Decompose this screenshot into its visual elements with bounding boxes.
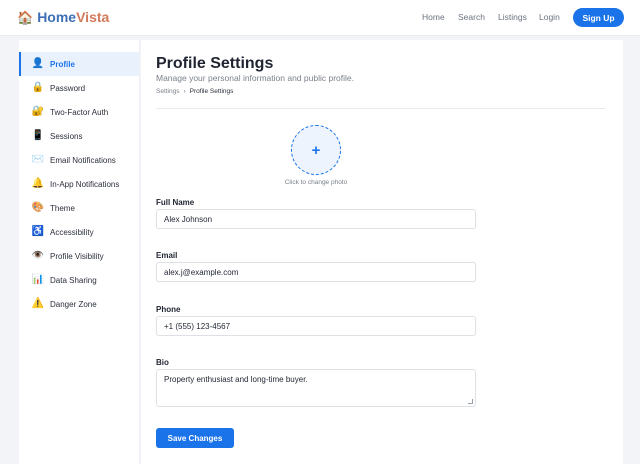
- sidebar-item-email-notifications[interactable]: ✉️ Email Notifications: [19, 148, 139, 172]
- sidebar-item-theme[interactable]: 🎨 Theme: [19, 196, 139, 220]
- sidebar-item-label: Profile: [50, 59, 75, 69]
- brand-logo[interactable]: 🏠 Home Vista: [17, 9, 109, 25]
- lock-key-icon: 🔐: [31, 106, 45, 117]
- sidebar-item-sessions[interactable]: 📱 Sessions: [19, 124, 139, 148]
- palette-icon: 🎨: [31, 202, 45, 213]
- brand-vista-text: Vista: [76, 9, 110, 25]
- phone-label: Phone: [156, 305, 181, 314]
- sidebar-item-label: Data Sharing: [50, 275, 97, 285]
- page-subtitle: Manage your personal information and pub…: [156, 73, 354, 83]
- brand-home-text: Home: [37, 9, 77, 25]
- sidebar-item-password[interactable]: 🔒 Password: [19, 76, 139, 100]
- house-icon: 🏠: [17, 9, 34, 25]
- bio-text: Property enthusiast and long-time buyer.: [164, 375, 308, 384]
- save-changes-button[interactable]: Save Changes: [156, 428, 234, 448]
- plus-icon: +: [311, 141, 321, 159]
- bio-label: Bio: [156, 358, 169, 367]
- full-name-label: Full Name: [156, 198, 195, 207]
- sidebar-item-label: Two-Factor Auth: [50, 107, 109, 117]
- email-field[interactable]: alex.j@example.com: [156, 262, 476, 282]
- breadcrumb-settings-link[interactable]: Settings: [156, 88, 180, 95]
- phone-icon: 📱: [31, 130, 45, 141]
- avatar-caption: Click to change photo: [284, 179, 348, 186]
- sidebar-item-label: Email Notifications: [50, 155, 116, 165]
- avatar-upload-button[interactable]: +: [291, 125, 341, 175]
- full-name-field[interactable]: Alex Johnson: [156, 209, 476, 229]
- breadcrumb-current: Profile Settings: [189, 88, 234, 95]
- bell-icon: 🔔: [31, 178, 45, 189]
- accessibility-icon: ♿: [31, 226, 45, 237]
- sidebar-item-label: Profile Visibility: [50, 251, 104, 261]
- phone-field[interactable]: +1 (555) 123-4567: [156, 316, 476, 336]
- header-divider: [156, 108, 605, 109]
- top-navbar: 🏠 Home Vista Home Search Listings Login S…: [0, 0, 640, 36]
- sidebar-item-label: Danger Zone: [50, 299, 97, 309]
- nav-home-link[interactable]: Home: [422, 12, 445, 22]
- breadcrumb-separator: ›: [183, 88, 186, 95]
- sidebar-item-accessibility[interactable]: ♿ Accessibility: [19, 220, 139, 244]
- sidebar-item-profile[interactable]: 👤 Profile: [19, 52, 139, 76]
- resize-handle-icon[interactable]: [468, 399, 473, 404]
- bio-textarea[interactable]: Property enthusiast and long-time buyer.: [156, 369, 476, 407]
- user-icon: 👤: [31, 58, 45, 69]
- lock-icon: 🔒: [31, 82, 45, 93]
- settings-sidebar: 👤 Profile 🔒 Password 🔐 Two-Factor Auth 📱…: [19, 40, 140, 464]
- profile-settings-panel: Profile Settings Manage your personal in…: [141, 40, 623, 464]
- signup-button[interactable]: Sign Up: [573, 8, 624, 27]
- sidebar-item-label: Sessions: [50, 131, 83, 141]
- nav-listings-link[interactable]: Listings: [498, 12, 527, 22]
- sidebar-item-danger-zone[interactable]: ⚠️ Danger Zone: [19, 292, 139, 316]
- sidebar-item-label: Accessibility: [50, 227, 94, 237]
- warning-icon: ⚠️: [31, 298, 45, 309]
- breadcrumb: Settings › Profile Settings: [156, 88, 233, 95]
- bar-chart-icon: 📊: [31, 274, 45, 285]
- eye-icon: 👁️: [31, 250, 45, 261]
- sidebar-item-label: Password: [50, 83, 86, 93]
- sidebar-item-two-factor[interactable]: 🔐 Two-Factor Auth: [19, 100, 139, 124]
- envelope-icon: ✉️: [31, 154, 45, 165]
- sidebar-item-profile-visibility[interactable]: 👁️ Profile Visibility: [19, 244, 139, 268]
- sidebar-item-data-sharing[interactable]: 📊 Data Sharing: [19, 268, 139, 292]
- sidebar-item-label: In-App Notifications: [50, 179, 120, 189]
- page-title: Profile Settings: [156, 55, 274, 72]
- nav-login-link[interactable]: Login: [539, 12, 560, 22]
- sidebar-item-label: Theme: [50, 203, 75, 213]
- nav-search-link[interactable]: Search: [458, 12, 485, 22]
- email-label: Email: [156, 251, 178, 260]
- sidebar-item-in-app-notifications[interactable]: 🔔 In-App Notifications: [19, 172, 139, 196]
